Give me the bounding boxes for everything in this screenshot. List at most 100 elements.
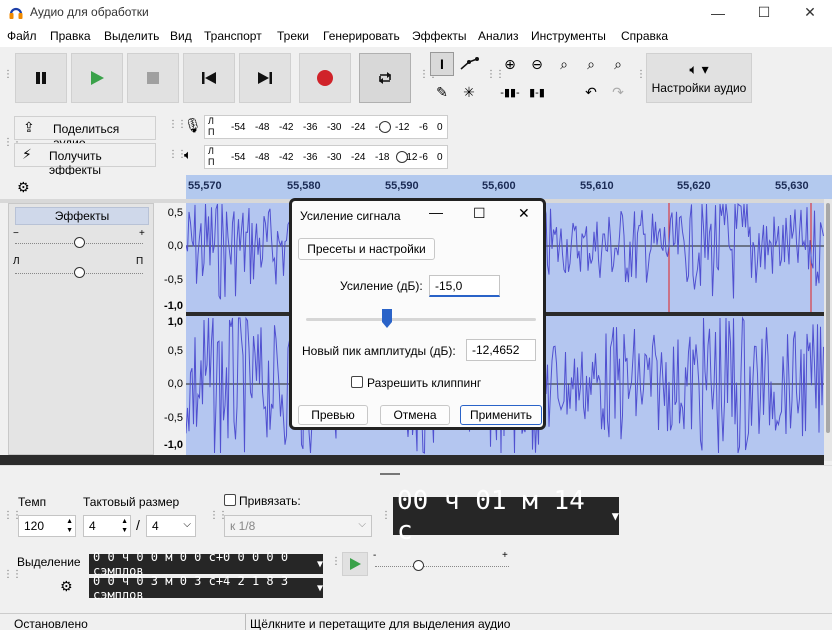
dialog-maximize-icon[interactable]: ☐ [473, 205, 486, 222]
peak-value: -12,4652 [472, 343, 520, 357]
speed-slider-track[interactable] [375, 566, 509, 567]
time-display[interactable]: 00 ч 01 м 14 с ▼ [393, 486, 619, 546]
play-meter-knob[interactable] [396, 151, 408, 163]
silence-icon: ▮-▮ [529, 86, 545, 99]
play-icon [91, 71, 104, 85]
gain-input[interactable]: -15,0 [429, 275, 500, 297]
meter-spin-icon[interactable]: ▲ ▼ [121, 517, 128, 535]
menu-edit[interactable]: Правка [50, 29, 91, 43]
timeline-ruler[interactable]: 55,570 55,580 55,590 55,600 55,610 55,62… [186, 175, 832, 199]
speed-slider-knob[interactable] [413, 560, 424, 571]
scale-label: -0,5 [164, 274, 183, 286]
pan-slider-knob[interactable] [74, 267, 85, 278]
title-bar: Аудио для обработки — ☐ ✕ [0, 0, 832, 25]
zoom-toggle-button[interactable]: ⌕ [606, 52, 630, 76]
trim-button[interactable]: -▮▮- [498, 80, 522, 104]
redo-button[interactable]: ↷ [606, 80, 630, 104]
audio-settings-button[interactable]: 🔈︎ ▾ Настройки аудио [646, 53, 752, 103]
selection-start[interactable]: 0 0 ч 0 0 м 0 0 с+0 0 0 0 0 сэмплов ▼ [89, 550, 323, 578]
share-audio-button[interactable]: ⇪ Поделиться аудио [14, 116, 156, 150]
gain-value: -15,0 [435, 278, 463, 293]
ruler-tick: 55,610 [580, 180, 614, 192]
microphone-icon[interactable]: 🎙︎ [184, 117, 202, 134]
track-bottom-bar [0, 455, 824, 465]
dialog-minimize-icon[interactable]: — [429, 204, 443, 220]
zoom-in-button[interactable]: ⊕ [498, 52, 522, 76]
scrollbar-thumb[interactable] [826, 203, 830, 433]
fit-project-button[interactable]: ⌕ [579, 52, 603, 76]
selection-tool-button[interactable]: I [430, 52, 454, 76]
multi-tool-button[interactable]: ✳ [457, 80, 481, 104]
tempo-input[interactable]: 120 ▲ ▼ [18, 515, 76, 537]
close-button[interactable]: ✕ [787, 0, 832, 25]
peak-input[interactable]: -12,4652 [466, 339, 536, 361]
tempo-spin-icon[interactable]: ▲ ▼ [66, 517, 73, 535]
meter-label: Тактовый размер [83, 495, 180, 509]
gain-slider-knob[interactable] [74, 237, 85, 248]
rec-meter-knob[interactable] [379, 121, 391, 133]
menu-file[interactable]: Файл [7, 29, 37, 43]
meter-denominator[interactable]: 4 ⌵ [146, 515, 196, 537]
maximize-button[interactable]: ☐ [741, 0, 787, 25]
track-effects-button[interactable]: Эффекты [15, 207, 149, 225]
rec-scale-4: -30 [327, 122, 342, 133]
rec-scale-8: -6 [419, 122, 428, 133]
menu-analyze[interactable]: Анализ [478, 29, 519, 43]
dialog-close-icon[interactable]: ✕ [518, 205, 530, 222]
snap-checkbox[interactable] [224, 494, 236, 506]
menu-tracks[interactable]: Треки [277, 29, 309, 43]
rec-scale-2: -42 [279, 122, 294, 133]
get-effects-button[interactable]: ⚡︎ Получить эффекты [14, 143, 156, 177]
zoom-out-button[interactable]: ⊖ [525, 52, 549, 76]
menu-effects[interactable]: Эффекты [412, 29, 467, 43]
gain-slider-thumb[interactable] [381, 309, 392, 328]
pause-button[interactable] [15, 53, 67, 103]
pencil-icon: ✎ [436, 83, 448, 100]
skip-start-button[interactable] [183, 53, 235, 103]
cancel-button[interactable]: Отмена [380, 405, 450, 425]
play-scale-3: -36 [303, 152, 318, 163]
gain-slider-track[interactable] [306, 318, 536, 321]
menu-generate[interactable]: Генерировать [323, 29, 400, 43]
playback-meter[interactable]: Л П -54 -48 -42 -36 -30 -24 -18 -12 -6 0 [204, 145, 448, 169]
status-left: Остановлено [14, 617, 88, 630]
resize-handle[interactable] [380, 473, 400, 475]
scale-label: 0,0 [167, 378, 183, 390]
menu-tools[interactable]: Инструменты [531, 29, 606, 43]
menu-bar: Файл Правка Выделить Вид Транспорт Треки… [0, 25, 832, 47]
record-button[interactable] [299, 53, 351, 103]
snap-select[interactable]: к 1/8 ⌵ [224, 515, 372, 537]
play-scale-5: -24 [351, 152, 366, 163]
speaker-meter-icon[interactable]: 🔈︎ [184, 147, 192, 163]
envelope-tool-button[interactable] [457, 52, 481, 76]
undo-button[interactable]: ↶ [579, 80, 603, 104]
skip-end-button[interactable] [239, 53, 291, 103]
recording-meter[interactable]: Л П -54 -48 -42 -36 -30 -24 -18 -12 -6 0 [204, 115, 448, 139]
play-button[interactable] [71, 53, 123, 103]
fit-selection-button[interactable]: ⌕ [552, 52, 576, 76]
menu-help[interactable]: Справка [621, 29, 668, 43]
draw-tool-button[interactable]: ✎ [430, 80, 454, 104]
minimize-button[interactable]: — [695, 0, 741, 25]
meter-numerator[interactable]: 4 ▲ ▼ [83, 515, 131, 537]
gear-icon[interactable]: ⚙ [17, 179, 30, 196]
envelope-icon [460, 57, 479, 70]
loop-button[interactable] [359, 53, 411, 103]
menu-view[interactable]: Вид [170, 29, 192, 43]
selection-end[interactable]: 0 0 ч 0 3 м 0 3 с+4 2 1 8 3 сэмплов ▼ [89, 574, 323, 602]
gear-icon[interactable]: ⚙ [60, 578, 73, 595]
clipping-checkbox[interactable] [351, 376, 363, 388]
stop-button[interactable] [127, 53, 179, 103]
redo-icon: ↷ [612, 83, 624, 100]
presets-button[interactable]: Пресеты и настройки [298, 238, 435, 260]
silence-button[interactable]: ▮-▮ [525, 80, 549, 104]
fit-project-icon: ⌕ [587, 55, 595, 72]
selection-grip[interactable]: ⋮⋮ [3, 569, 22, 580]
menu-transport[interactable]: Транспорт [204, 29, 262, 43]
preview-button[interactable]: Превью [298, 405, 368, 425]
snap-value: к 1/8 [230, 519, 256, 533]
play-at-speed-button[interactable] [342, 552, 368, 576]
menu-select[interactable]: Выделить [104, 29, 159, 43]
vertical-scrollbar[interactable] [824, 199, 832, 461]
apply-button[interactable]: Применить [460, 405, 542, 425]
